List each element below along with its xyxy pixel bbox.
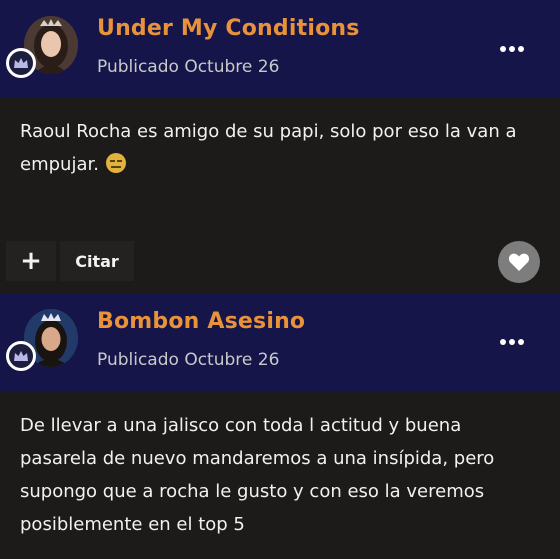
post-actions: + Citar (0, 237, 560, 293)
plus-icon: + (20, 246, 42, 276)
dot-icon (500, 339, 506, 345)
add-reaction-button[interactable]: + (6, 241, 56, 281)
post-body: De llevar a una jalisco con toda l actit… (0, 391, 560, 541)
post-date: Publicado Octubre 26 (97, 350, 280, 370)
dot-icon (509, 339, 515, 345)
post-body: Raoul Rocha es amigo de su papi, solo po… (0, 98, 560, 237)
dot-icon (500, 46, 506, 52)
crown-icon (14, 351, 28, 361)
post-header: Under My Conditions Publicado Octubre 26 (0, 0, 560, 98)
crown-icon (14, 58, 28, 68)
post: Bombon Asesino Publicado Octubre 26 De l… (0, 293, 560, 541)
post-text: Raoul Rocha es amigo de su papi, solo po… (20, 121, 517, 175)
dot-icon (518, 339, 524, 345)
more-options-button[interactable] (500, 46, 524, 52)
post-date: Publicado Octubre 26 (97, 57, 280, 77)
rank-badge (6, 48, 36, 78)
dot-icon (518, 46, 524, 52)
heart-icon (508, 253, 530, 271)
expressionless-face-emoji (105, 152, 127, 185)
dot-icon (509, 46, 515, 52)
like-button[interactable] (498, 241, 540, 283)
author-name[interactable]: Bombon Asesino (97, 309, 305, 334)
rank-badge (6, 341, 36, 371)
post-header: Bombon Asesino Publicado Octubre 26 (0, 293, 560, 391)
post-text: De llevar a una jalisco con toda l actit… (20, 415, 495, 535)
post: Under My Conditions Publicado Octubre 26… (0, 0, 560, 293)
quote-button[interactable]: Citar (60, 241, 134, 281)
author-name[interactable]: Under My Conditions (97, 16, 360, 41)
quote-label: Citar (75, 251, 119, 271)
more-options-button[interactable] (500, 339, 524, 345)
